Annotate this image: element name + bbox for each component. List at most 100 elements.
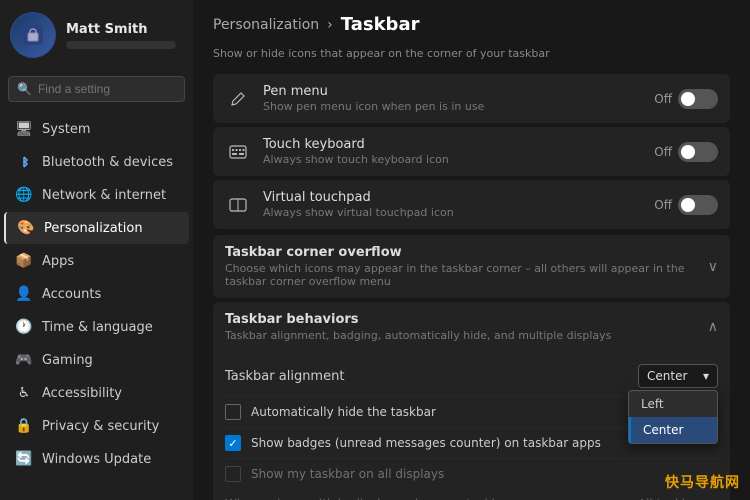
time-icon: 🕐	[16, 319, 32, 335]
touch-keyboard-title: Touch keyboard	[263, 137, 642, 152]
sidebar-item-accessibility[interactable]: ♿ Accessibility	[4, 377, 189, 409]
update-icon: 🔄	[16, 451, 32, 467]
network-icon: 🌐	[16, 187, 32, 203]
pen-menu-text: Pen menu Show pen menu icon when pen is …	[263, 84, 642, 113]
virtual-touchpad-row: Virtual touchpad Always show virtual tou…	[213, 180, 730, 229]
breadcrumb-parent: Personalization	[213, 17, 319, 33]
alldisplays-row: Show my taskbar on all displays	[225, 459, 718, 490]
behaviors-section: Taskbar behaviors Taskbar alignment, bad…	[213, 302, 730, 500]
sidebar: Matt Smith 🔍 🖥 System Bluetooth & device…	[0, 0, 193, 500]
corner-overflow-title: Taskbar corner overflow	[225, 245, 708, 260]
personalization-icon: 🎨	[18, 220, 34, 236]
behaviors-subtitle: Taskbar alignment, badging, automaticall…	[225, 329, 611, 342]
sidebar-item-label-system: System	[42, 122, 90, 137]
sidebar-item-label-update: Windows Update	[42, 452, 151, 467]
alignment-dropdown-menu: Left Center	[628, 390, 718, 444]
pen-menu-icon	[225, 86, 251, 112]
sidebar-item-label-apps: Apps	[42, 254, 74, 269]
virtual-touchpad-title: Virtual touchpad	[263, 190, 642, 205]
search-icon: 🔍	[17, 82, 32, 96]
corner-overflow-header-text: Taskbar corner overflow Choose which ico…	[225, 245, 708, 288]
sidebar-item-label-bluetooth: Bluetooth & devices	[42, 155, 173, 170]
system-icon: 🖥	[16, 121, 32, 137]
touch-keyboard-toggle-track[interactable]	[678, 142, 718, 162]
sidebar-item-label-gaming: Gaming	[42, 353, 93, 368]
autohide-label: Automatically hide the taskbar	[251, 405, 436, 419]
sidebar-item-personalization[interactable]: 🎨 Personalization	[4, 212, 189, 244]
corner-overflow-chevron: ∨	[708, 259, 718, 275]
virtual-touchpad-toggle[interactable]: Off	[654, 195, 718, 215]
gaming-icon: 🎮	[16, 352, 32, 368]
user-header[interactable]: Matt Smith	[0, 0, 193, 70]
touch-keyboard-toggle-thumb	[681, 145, 695, 159]
search-input[interactable]	[38, 82, 193, 96]
touch-keyboard-row: Touch keyboard Always show touch keyboar…	[213, 127, 730, 176]
badges-checkmark: ✓	[228, 437, 237, 450]
pen-menu-toggle-track[interactable]	[678, 89, 718, 109]
corner-overflow-section[interactable]: Taskbar corner overflow Choose which ico…	[213, 235, 730, 298]
alignment-row: Taskbar alignment Center ▾ Left Center	[225, 356, 718, 397]
virtual-touchpad-toggle-thumb	[681, 198, 695, 212]
sidebar-item-label-personalization: Personalization	[44, 221, 143, 236]
touch-keyboard-toggle[interactable]: Off	[654, 142, 718, 162]
touch-keyboard-toggle-label: Off	[654, 145, 672, 159]
accounts-icon: 👤	[16, 286, 32, 302]
behaviors-header[interactable]: Taskbar behaviors Taskbar alignment, bad…	[213, 302, 730, 352]
sidebar-item-privacy[interactable]: 🔒 Privacy & security	[4, 410, 189, 442]
sidebar-item-label-time: Time & language	[42, 320, 153, 335]
scroll-area: Show or hide icons that appear on the co…	[193, 43, 750, 500]
virtual-touchpad-icon	[225, 192, 251, 218]
user-name: Matt Smith	[66, 22, 176, 37]
sidebar-item-label-privacy: Privacy & security	[42, 419, 159, 434]
sidebar-item-apps[interactable]: 📦 Apps	[4, 245, 189, 277]
alignment-dropdown-container: Center ▾ Left Center	[638, 364, 718, 388]
main-content: Personalization › Taskbar Show or hide i…	[193, 0, 750, 500]
accessibility-icon: ♿	[16, 385, 32, 401]
alignment-dropdown-chevron: ▾	[703, 369, 709, 383]
badges-checkbox[interactable]: ✓	[225, 435, 241, 451]
alignment-dropdown-button[interactable]: Center ▾	[638, 364, 718, 388]
virtual-touchpad-toggle-label: Off	[654, 198, 672, 212]
avatar	[10, 12, 56, 58]
alignment-option-center[interactable]: Center	[629, 417, 717, 443]
virtual-touchpad-toggle-track[interactable]	[678, 195, 718, 215]
sidebar-item-time[interactable]: 🕐 Time & language	[4, 311, 189, 343]
behaviors-header-text: Taskbar behaviors Taskbar alignment, bad…	[225, 312, 611, 342]
privacy-icon: 🔒	[16, 418, 32, 434]
bluetooth-icon	[16, 154, 32, 170]
pen-menu-subtitle: Show pen menu icon when pen is in use	[263, 100, 642, 113]
alldisplays-checkbox[interactable]	[225, 466, 241, 482]
touch-keyboard-text: Touch keyboard Always show touch keyboar…	[263, 137, 642, 166]
pen-menu-toggle[interactable]: Off	[654, 89, 718, 109]
sidebar-item-system[interactable]: 🖥 System	[4, 113, 189, 145]
sidebar-item-bluetooth[interactable]: Bluetooth & devices	[4, 146, 189, 178]
breadcrumb: Personalization › Taskbar	[193, 0, 750, 43]
pen-menu-toggle-label: Off	[654, 92, 672, 106]
alignment-label: Taskbar alignment	[225, 369, 344, 384]
user-subtitle	[66, 41, 176, 49]
alldisplays-label: Show my taskbar on all displays	[251, 467, 444, 481]
sidebar-item-update[interactable]: 🔄 Windows Update	[4, 443, 189, 475]
breadcrumb-sep: ›	[327, 17, 333, 33]
user-info: Matt Smith	[66, 22, 176, 49]
alignment-selected-value: Center	[647, 369, 687, 383]
badges-label: Show badges (unread messages counter) on…	[251, 436, 601, 450]
breadcrumb-current: Taskbar	[341, 14, 420, 35]
multishow-row: When using multiple displays, show my ta…	[225, 490, 718, 500]
alignment-option-left[interactable]: Left	[629, 391, 717, 417]
sidebar-item-network[interactable]: 🌐 Network & internet	[4, 179, 189, 211]
pen-menu-row: Pen menu Show pen menu icon when pen is …	[213, 74, 730, 123]
sidebar-item-accounts[interactable]: 👤 Accounts	[4, 278, 189, 310]
virtual-touchpad-text: Virtual touchpad Always show virtual tou…	[263, 190, 642, 219]
user-badge-icon	[23, 25, 43, 45]
nav-list: 🖥 System Bluetooth & devices 🌐 Network &…	[0, 108, 193, 500]
behaviors-title: Taskbar behaviors	[225, 312, 611, 327]
sidebar-item-gaming[interactable]: 🎮 Gaming	[4, 344, 189, 376]
search-box[interactable]: 🔍	[8, 76, 185, 102]
corner-overflow-subtitle: Choose which icons may appear in the tas…	[225, 262, 708, 288]
top-description: Show or hide icons that appear on the co…	[213, 43, 730, 64]
sidebar-item-label-accounts: Accounts	[42, 287, 101, 302]
autohide-checkbox[interactable]	[225, 404, 241, 420]
virtual-touchpad-subtitle: Always show virtual touchpad icon	[263, 206, 642, 219]
touch-keyboard-icon	[225, 139, 251, 165]
